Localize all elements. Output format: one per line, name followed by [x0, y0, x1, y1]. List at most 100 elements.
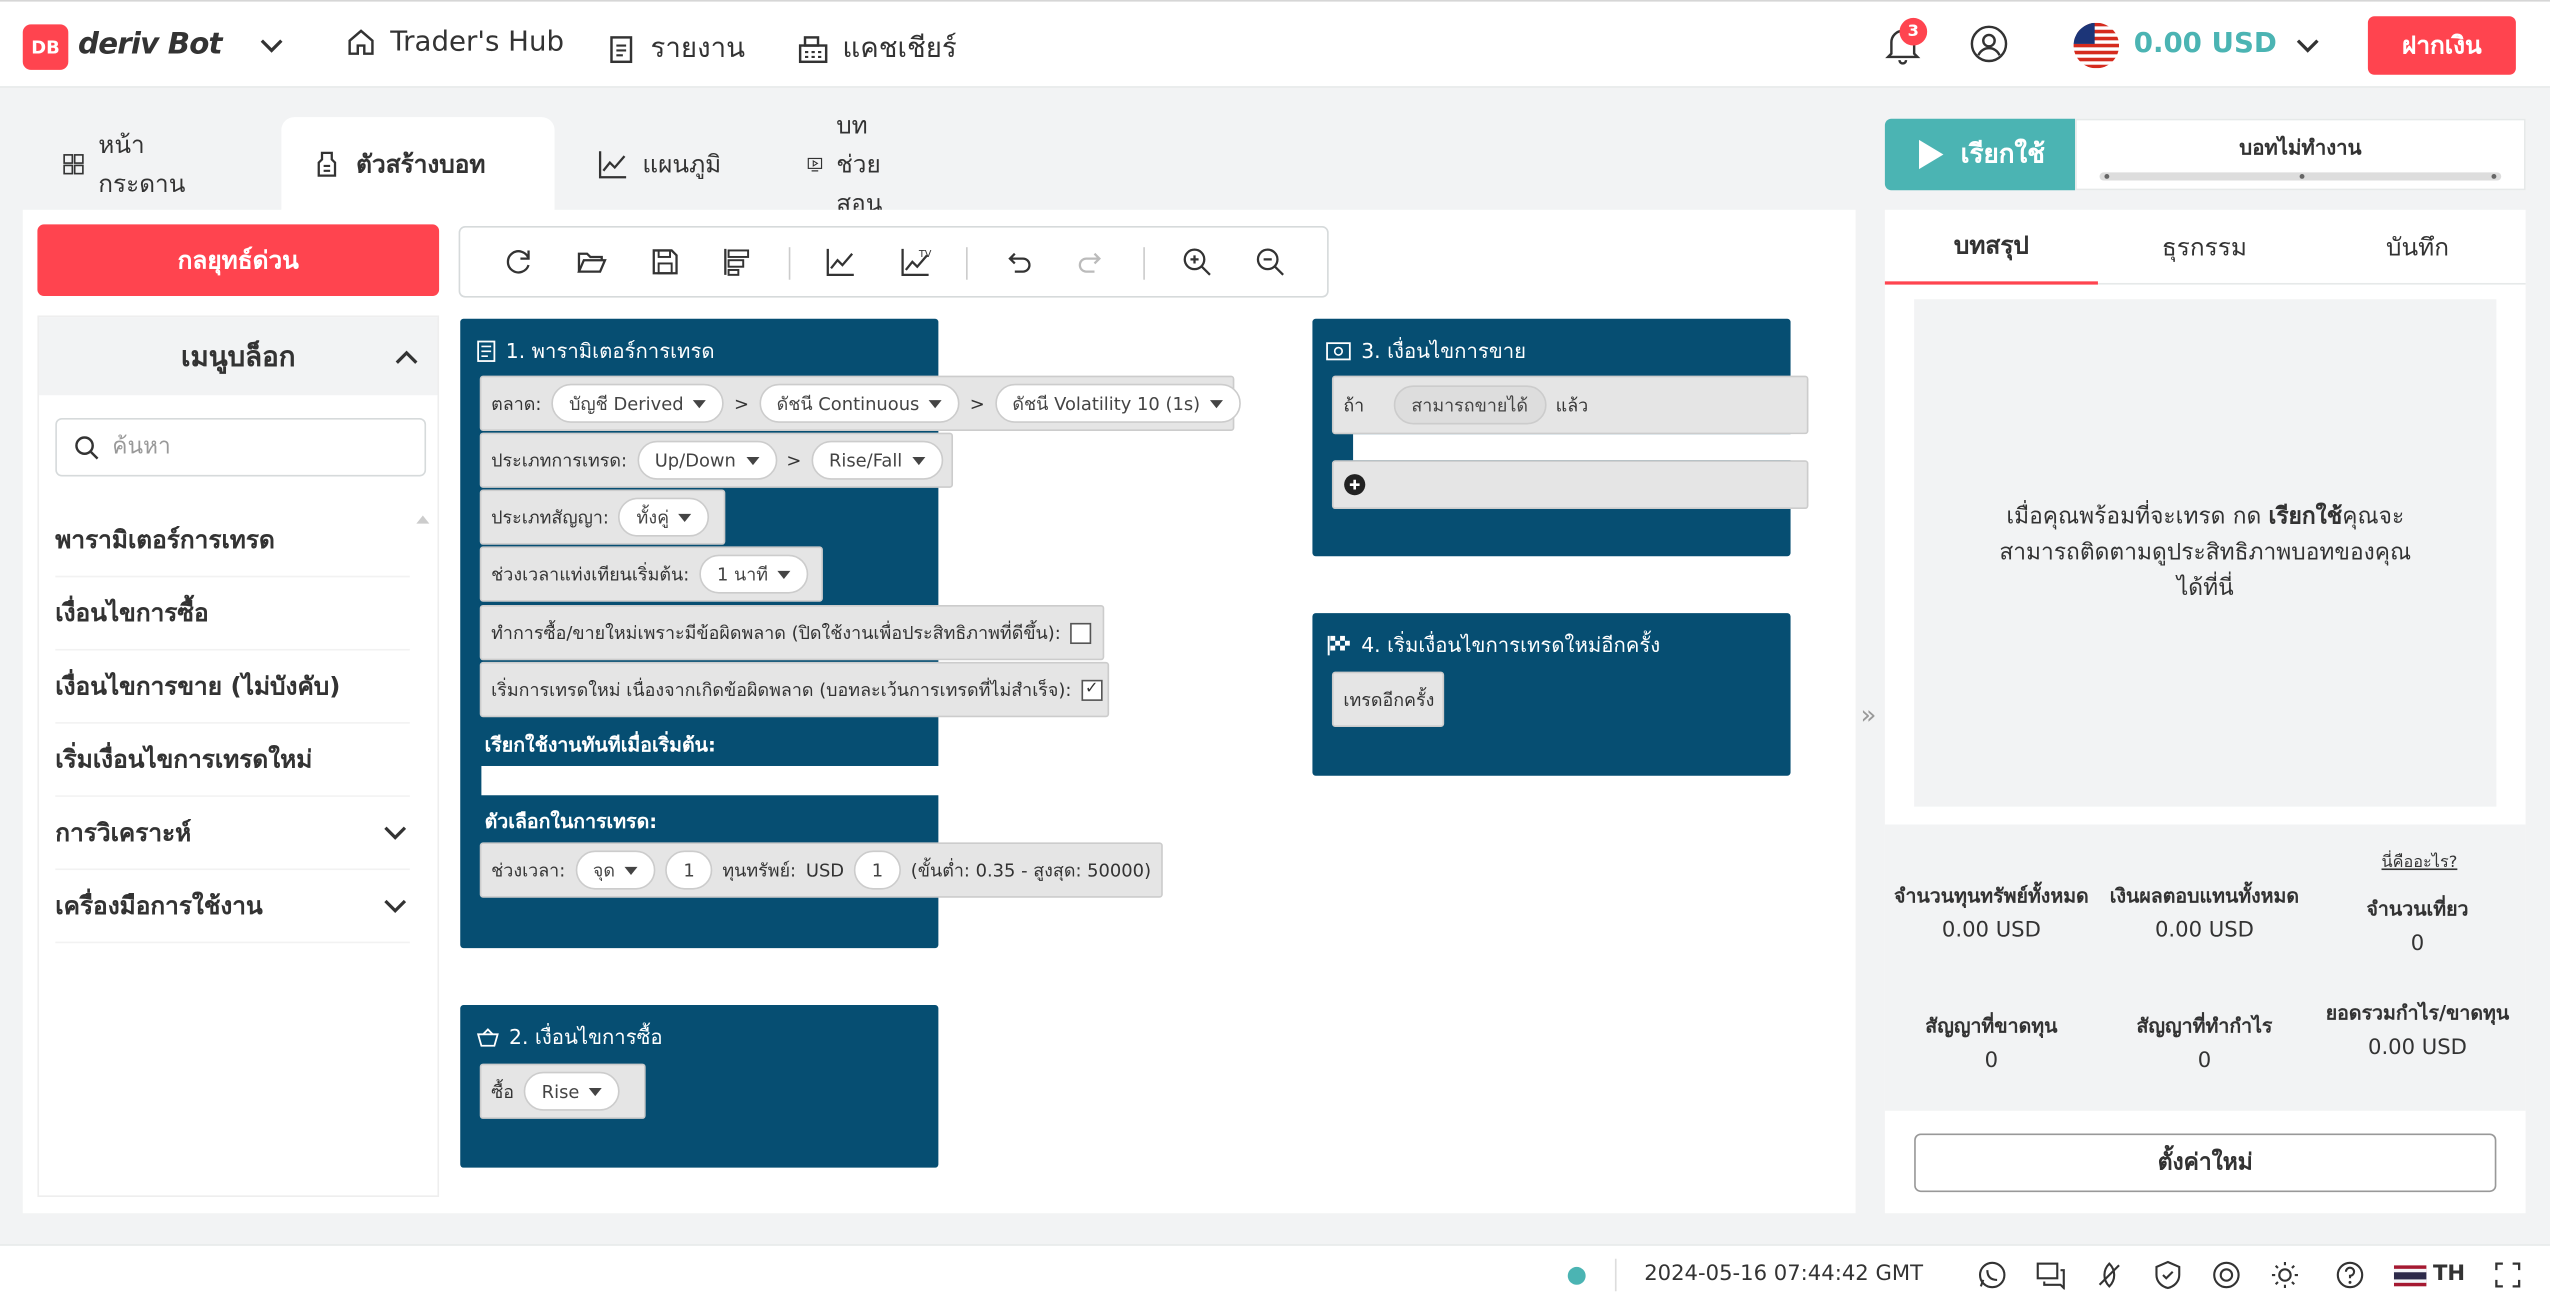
add-icon[interactable]	[1343, 473, 1366, 496]
buy-label: ซื้อ	[491, 1081, 515, 1103]
trade-type-dropdown[interactable]: Up/Down	[636, 440, 777, 480]
summary-info-text: เมื่อคุณพร้อมที่จะเทรด กด เรียกใช้คุณจะส…	[1979, 499, 2431, 606]
market-dropdown[interactable]: บัญชี Derived	[551, 383, 725, 423]
trading-view-icon[interactable]: TV	[899, 246, 932, 279]
whatsapp-icon[interactable]	[1978, 1260, 2007, 1289]
deriv-bot-logo[interactable]: DB	[22, 24, 69, 70]
restart-on-error-checkbox[interactable]: ✓	[1081, 678, 1103, 701]
thai-flag-icon	[2393, 1265, 2427, 1287]
responsible-trading-icon[interactable]	[2212, 1260, 2241, 1289]
restart-buy-sell-row: ทำการซื้อ/ขายใหม่เพราะมีข้อผิดพลาด (ปิดใ…	[479, 604, 1105, 661]
info-text-pre: เมื่อคุณพร้อมที่จะเทรด กด	[2006, 504, 2269, 531]
chevron-up-icon[interactable]	[392, 343, 421, 372]
menu-item-analysis[interactable]: การวิเคราะห์	[55, 797, 410, 871]
then-label: แล้ว	[1555, 395, 1589, 417]
menu-item-restart-conditions[interactable]: เริ่มเงื่อนไขการเทรดใหม่	[55, 724, 410, 797]
stake-limits: (ขั้นต่ำ: 0.35 - สูงสุด: 50000)	[910, 860, 1152, 882]
tab-charts[interactable]: แผนภูมิ	[568, 117, 751, 211]
network-status-icon[interactable]	[1567, 1266, 1586, 1285]
redo-icon[interactable]	[1075, 246, 1108, 279]
dropdown-arrow-icon	[912, 456, 926, 465]
menu-item-trade-parameters[interactable]: พารามิเตอร์การเทรด	[55, 504, 410, 578]
theme-toggle-icon[interactable]	[2270, 1260, 2299, 1289]
run-once-slot[interactable]	[481, 765, 941, 796]
deriv-gambling-icon[interactable]	[2095, 1260, 2124, 1289]
currency-label: USD	[805, 859, 845, 881]
blocks-menu-list: พารามิเตอร์การเทรด เงื่อนไขการซื้อ เงื่อ…	[55, 504, 410, 944]
sort-blocks-icon[interactable]	[720, 246, 753, 279]
symbol-dropdown[interactable]: ดัชนี Volatility 10 (1s)	[994, 383, 1241, 423]
menu-item-sell-conditions[interactable]: เงื่อนไขการขาย (ไม่บังคับ)	[55, 651, 410, 724]
nav-cashier[interactable]: แคชเชียร์	[797, 26, 957, 70]
reset-icon[interactable]	[503, 246, 536, 279]
account-icon[interactable]	[1969, 24, 2008, 63]
tab-journal[interactable]: บันทึก	[2311, 210, 2524, 285]
summary-info: เมื่อคุณพร้อมที่จะเทรด กด เรียกใช้คุณจะส…	[1914, 299, 2497, 807]
logo-text[interactable]: deriv Bot	[78, 28, 222, 62]
chart-icon[interactable]	[825, 246, 858, 279]
chevron-down-icon[interactable]	[2293, 31, 2322, 60]
reset-button[interactable]: ตั้งค่าใหม่	[1914, 1133, 2497, 1193]
chevron-down-icon[interactable]	[381, 891, 410, 920]
tab-dashboard[interactable]: หน้ากระดาน	[33, 117, 224, 211]
cash-icon	[1326, 342, 1351, 361]
menu-item-utility[interactable]: เครื่องมือการใช้งาน	[55, 870, 410, 944]
candle-interval-row: ช่วงเวลาแท่งเทียนเริ่มต้น: 1 นาที	[479, 546, 823, 602]
stat-value: 0	[2410, 931, 2425, 957]
menu-item-label: เงื่อนไขการขาย (ไม่บังคับ)	[55, 671, 341, 701]
chevron-down-icon[interactable]	[257, 31, 286, 60]
nav-traders-hub[interactable]: Trader's Hub	[345, 26, 564, 59]
trade-again-row[interactable]: เทรดอีกครั้ง	[1331, 671, 1445, 727]
toolbar-divider	[966, 247, 968, 280]
summary-stats: นี่คืออะไร? จำนวนทุนทรัพย์ทั้งหมด 0.00 U…	[1884, 824, 2526, 1111]
scroll-up-arrow[interactable]	[416, 515, 430, 524]
deposit-button[interactable]: ฝากเงิน	[2367, 16, 2516, 75]
quick-strategy-button[interactable]: กลยุทธ์ด่วน	[37, 224, 440, 296]
sell-then-slot[interactable]	[1353, 434, 1809, 461]
contract-type-dropdown[interactable]: ทั้งคู่	[618, 497, 710, 537]
candle-interval-dropdown[interactable]: 1 นาที	[699, 554, 809, 594]
bot-builder-icon	[317, 151, 337, 177]
sell-available-condition[interactable]: สามารถขายได้	[1393, 385, 1546, 425]
purchase-contract-dropdown[interactable]: Rise	[523, 1071, 621, 1111]
toolbar-divider	[1143, 247, 1145, 280]
account-balance[interactable]: 0.00 USD	[2134, 28, 2277, 61]
restart-buy-sell-checkbox[interactable]	[1070, 622, 1092, 644]
stat-label: จำนวนทุนทรัพย์ทั้งหมด	[1894, 884, 2089, 908]
tab-bot-builder[interactable]: ตัวสร้างบอท	[281, 117, 555, 212]
search-input[interactable]: ค้นหา	[55, 417, 427, 477]
what-is-this-link[interactable]: นี่คืออะไร?	[2382, 851, 2458, 875]
nav-label: รายงาน	[650, 32, 746, 66]
report-icon	[610, 35, 633, 63]
save-icon[interactable]	[649, 246, 682, 279]
trade-type-label: ประเภทการเทรด:	[491, 450, 628, 472]
stat-runs: จำนวนเที่ยว 0	[2311, 896, 2524, 957]
tab-summary[interactable]: บทสรุป	[1884, 210, 2098, 285]
help-icon[interactable]	[2335, 1260, 2364, 1289]
fullscreen-icon[interactable]	[2493, 1260, 2522, 1289]
language-selector[interactable]: TH	[2433, 1262, 2465, 1286]
submarket-dropdown[interactable]: ดัชนี Continuous	[758, 383, 961, 423]
duration-value-input[interactable]: 1	[665, 850, 713, 890]
tab-transactions[interactable]: ธุรกรรม	[2098, 210, 2311, 285]
stake-input[interactable]: 1	[853, 850, 902, 890]
run-bot-button[interactable]: เรียกใช้	[1884, 118, 2076, 191]
live-chat-icon[interactable]	[2036, 1260, 2065, 1290]
trade-subtype-dropdown[interactable]: Rise/Fall	[811, 440, 943, 480]
undo-icon[interactable]	[1002, 246, 1035, 279]
workspace-toolbar: TV	[458, 226, 1329, 298]
menu-item-purchase-conditions[interactable]: เงื่อนไขการซื้อ	[55, 577, 410, 651]
dropdown-arrow-icon	[693, 399, 707, 408]
nav-reports[interactable]: รายงาน	[605, 26, 745, 70]
tab-tutorials[interactable]: บทช่วยสอน	[777, 111, 927, 218]
collapse-panel-icon[interactable]: »	[1860, 699, 1876, 730]
open-icon[interactable]	[576, 246, 609, 279]
duration-unit-value: จุด	[592, 860, 616, 882]
duration-unit-dropdown[interactable]: จุด	[575, 850, 656, 890]
blocks-menu-header[interactable]: เมนูบล็อก	[39, 317, 438, 396]
contract-type-label: ประเภทสัญญา:	[491, 507, 609, 529]
zoom-in-icon[interactable]	[1181, 246, 1214, 279]
chevron-down-icon[interactable]	[381, 818, 410, 847]
zoom-out-icon[interactable]	[1254, 246, 1287, 279]
shield-icon[interactable]	[2153, 1260, 2182, 1290]
